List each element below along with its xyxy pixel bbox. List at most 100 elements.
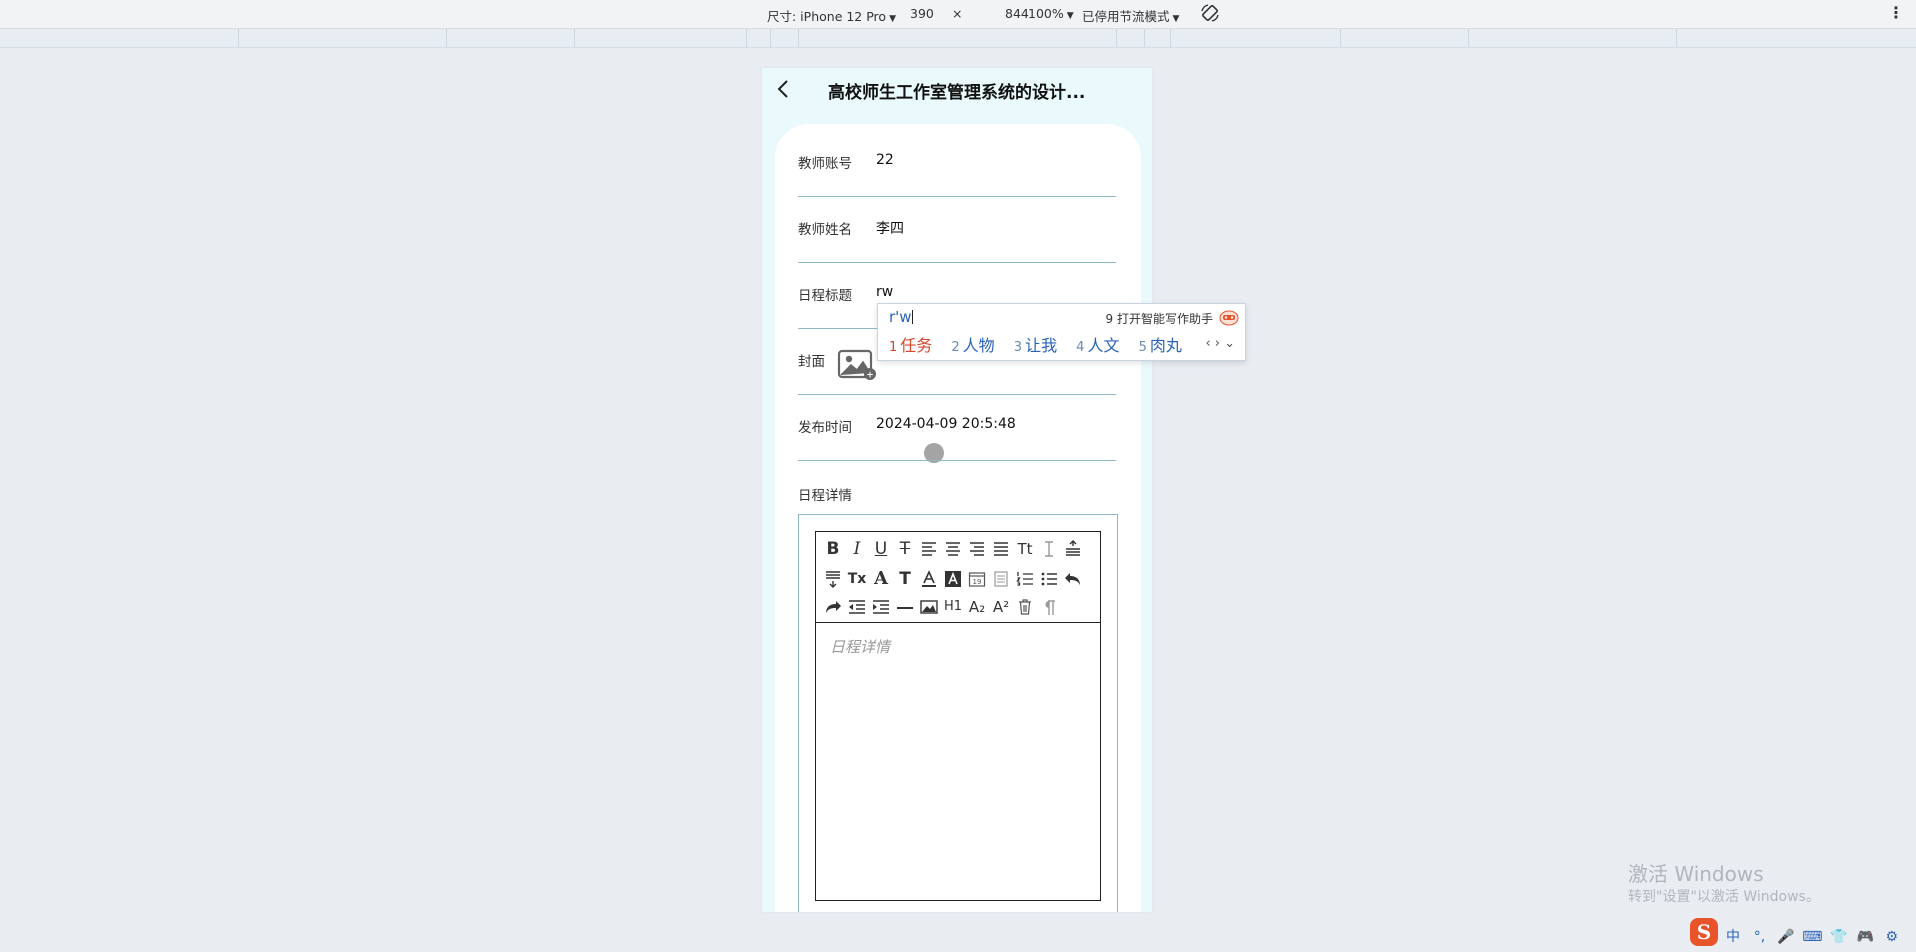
ime-writing-assistant[interactable]: 9 打开智能写作助手 (1106, 310, 1213, 327)
redo-icon (826, 601, 841, 613)
ime-composition: r'w (889, 308, 913, 326)
indent-icon (873, 600, 889, 614)
activation-watermark-title: 激活 Windows (1628, 862, 1764, 886)
rich-text-editor: B I U T Tt Tx A T 19 H1 A₂ A² 日程详情 (815, 531, 1101, 901)
undo-icon (1065, 573, 1080, 585)
horizontal-rule-icon (897, 607, 913, 609)
bullet-list-button[interactable] (1038, 568, 1060, 590)
back-arrow-icon[interactable] (776, 78, 790, 100)
keyboard-icon[interactable]: ⌨ (1801, 929, 1823, 945)
ruler-tick (798, 29, 799, 47)
ordered-list-button[interactable] (1014, 568, 1036, 590)
space-above-icon (1066, 540, 1080, 556)
teacher-name-input[interactable]: 李四 (876, 218, 904, 238)
list-check-button[interactable] (990, 568, 1012, 590)
ime-page-nav[interactable]: ‹ › ⌄ (1205, 336, 1235, 351)
more-options-icon[interactable]: ⋮ (1888, 3, 1904, 22)
publish-time-input[interactable]: 2024-04-09 20:5:48 (876, 416, 1016, 432)
ime-candidate[interactable]: 1 任务 (889, 332, 932, 356)
strikethrough-button[interactable]: T (894, 538, 916, 560)
outdent-button[interactable] (846, 596, 868, 618)
underline-button[interactable]: U (870, 538, 892, 560)
editor-content[interactable]: 日程详情 (830, 636, 890, 657)
gear-icon[interactable]: ⚙ (1881, 929, 1903, 945)
caret-down-icon: ▼ (1172, 14, 1180, 24)
page-title: 高校师生工作室管理系统的设计... (828, 83, 1086, 103)
ime-candidate[interactable]: 5 肉丸 (1139, 332, 1182, 356)
font-family-button[interactable]: A (870, 568, 892, 590)
ime-candidate[interactable]: 2 人物 (951, 332, 994, 356)
svg-text:+: + (866, 371, 874, 381)
bold-button[interactable]: B (822, 538, 844, 560)
align-right-icon (970, 542, 984, 556)
align-left-icon (922, 542, 936, 556)
publish-time-label: 发布时间 (798, 420, 852, 436)
ime-status-bar: S 中 °, 🎤 ⌨ 👕 🎮 ⚙ (1690, 918, 1916, 948)
image-icon (920, 600, 938, 614)
trash-icon (1019, 599, 1031, 615)
ruler-tick (746, 29, 747, 47)
teacher-account-input[interactable]: 22 (876, 152, 894, 168)
line-height-icon (1045, 541, 1053, 557)
subscript-button[interactable]: A₂ (966, 596, 988, 618)
clear-format-button[interactable]: Tx (846, 568, 868, 590)
outdent-icon (849, 600, 865, 614)
schedule-title-input[interactable]: rw (876, 284, 893, 300)
italic-button[interactable]: I (846, 538, 868, 560)
devtools-device-toolbar: 尺寸: iPhone 12 Pro ▼ 390 × 844 100% ▼ 已停用节流… (0, 0, 1916, 29)
ruler-tick (1144, 29, 1145, 47)
ruler-tick (1170, 29, 1171, 47)
mic-icon[interactable]: 🎤 (1775, 929, 1797, 945)
paragraph-button[interactable] (1038, 596, 1060, 618)
clear-content-button[interactable] (1014, 596, 1036, 618)
checklist-icon (994, 571, 1008, 587)
horizontal-rule-button[interactable] (894, 596, 916, 618)
rich-editor-container: B I U T Tt Tx A T 19 H1 A₂ A² 日程详情 (798, 514, 1118, 912)
heading-button[interactable]: H1 (942, 596, 964, 618)
align-center-button[interactable] (942, 538, 964, 560)
ime-candidate[interactable]: 3 让我 (1014, 332, 1057, 356)
ime-status-icons: 中 °, 🎤 ⌨ 👕 🎮 ⚙ (1722, 926, 1903, 946)
space-below-button[interactable] (822, 568, 844, 590)
schedule-detail-label: 日程详情 (798, 488, 852, 504)
calendar-icon: 19 (968, 572, 986, 587)
throttle-select[interactable]: 已停用节流模式 ▼ (1082, 6, 1179, 25)
ime-candidate-list: 1 任务 2 人物 3 让我 4 人文 5 肉丸 (889, 332, 1196, 356)
redo-button[interactable] (822, 596, 844, 618)
phone-viewport: 高校师生工作室管理系统的设计... 教师账号 22 教师姓名 李四 日程标题 r… (762, 68, 1152, 912)
assistant-mascot-icon[interactable] (1219, 308, 1239, 326)
font-size-button[interactable]: Tt (1014, 538, 1036, 560)
ruler-tick (1676, 29, 1677, 47)
line-height-button[interactable] (1038, 538, 1060, 560)
shirt-icon[interactable]: 👕 (1828, 929, 1850, 945)
align-left-button[interactable] (918, 538, 940, 560)
rotate-icon[interactable] (1200, 3, 1220, 23)
viewport-height-input[interactable]: 844 (1005, 6, 1029, 21)
language-toggle[interactable]: 中 (1722, 926, 1744, 946)
bg-color-button[interactable] (942, 568, 964, 590)
sogou-logo-icon[interactable]: S (1690, 918, 1718, 946)
date-button[interactable]: 19 (966, 568, 988, 590)
superscript-button[interactable]: A² (990, 596, 1012, 618)
viewport-width-input[interactable]: 390 (910, 6, 934, 21)
align-center-icon (946, 542, 960, 556)
gamepad-icon[interactable]: 🎮 (1854, 929, 1876, 945)
editor-toolbar: B I U T Tt Tx A T 19 H1 A₂ A² (816, 532, 1100, 623)
text-size-button[interactable]: T (894, 568, 916, 590)
ime-candidate[interactable]: 4 人文 (1076, 332, 1119, 356)
background-color-icon (945, 571, 961, 587)
ruler-tick (1116, 29, 1117, 47)
space-above-button[interactable] (1062, 538, 1084, 560)
image-upload-icon[interactable]: + (836, 346, 878, 382)
zoom-select[interactable]: 100% ▼ (1028, 6, 1074, 21)
text-color-button[interactable] (918, 568, 940, 590)
ruler-tick (1340, 29, 1341, 47)
undo-button[interactable] (1062, 568, 1084, 590)
align-right-button[interactable] (966, 538, 988, 560)
device-select[interactable]: 尺寸: iPhone 12 Pro ▼ (767, 6, 896, 25)
insert-image-button[interactable] (918, 596, 940, 618)
punctuation-toggle[interactable]: °, (1748, 929, 1770, 945)
justify-button[interactable] (990, 538, 1012, 560)
nav-bar: 高校师生工作室管理系统的设计... (762, 68, 1152, 112)
indent-button[interactable] (870, 596, 892, 618)
